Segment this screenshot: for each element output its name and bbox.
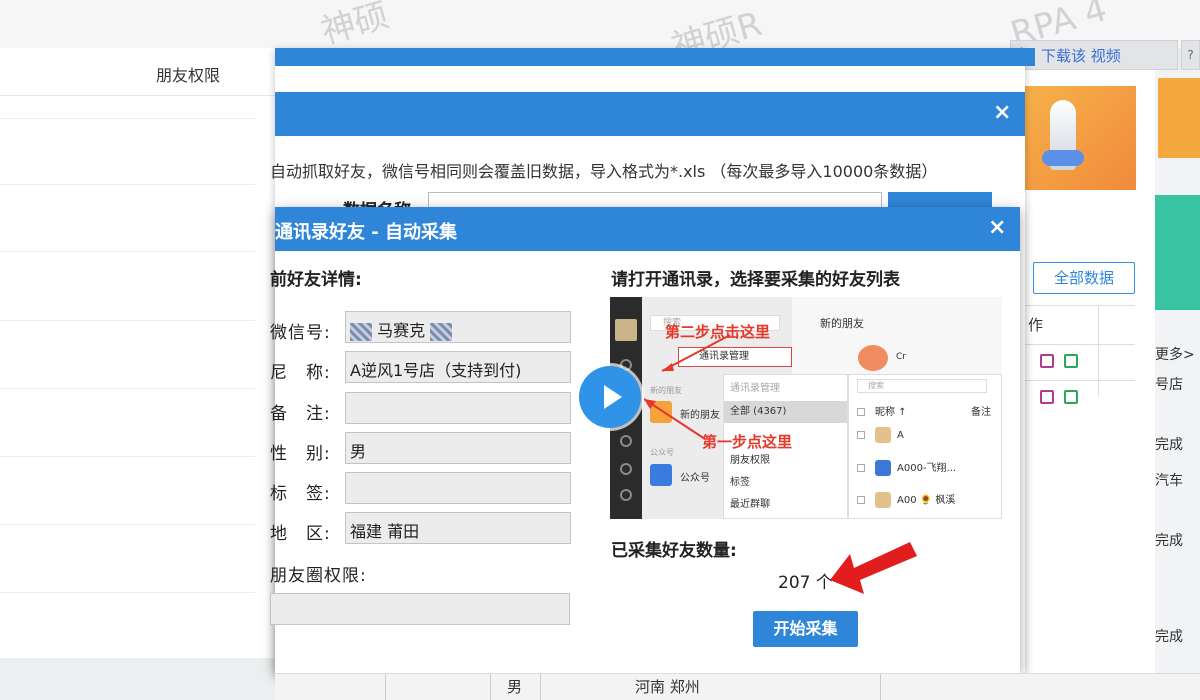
table-row <box>0 456 255 457</box>
instruction-title: 请打开通讯录，选择要采集的好友列表 <box>611 270 900 290</box>
region-label: 地 区: <box>270 524 331 544</box>
start-collect-button[interactable]: 开始采集 <box>753 611 858 647</box>
side-text: 完成 <box>1155 533 1183 549</box>
close-icon[interactable]: × <box>993 100 1011 125</box>
table-row <box>0 388 255 389</box>
more-link[interactable]: 更多> <box>1155 344 1195 364</box>
dialog-title: 通讯录好友 - 自动采集 <box>275 222 458 243</box>
side-text: 汽车 <box>1155 473 1183 489</box>
download-video-button[interactable]: 下载该 视频 <box>1010 40 1178 70</box>
moments-permission-label: 朋友圈权限: <box>270 566 367 586</box>
play-video-button[interactable] <box>579 366 641 428</box>
wechat-id-field[interactable]: 马赛克 <box>345 311 571 343</box>
wechat-id-value: 马赛克 <box>377 321 426 340</box>
arrow-icon <box>830 542 917 594</box>
friend-details-title: 前好友详情: <box>270 270 362 290</box>
table-cell: 河南 郑州 <box>635 678 700 696</box>
remark-field[interactable] <box>345 392 571 424</box>
table-row <box>0 320 255 321</box>
auto-collect-titlebar: 通讯录好友 - 自动采集 × <box>275 207 1020 251</box>
side-text: 完成 <box>1155 629 1183 645</box>
left-panel-header: 朋友权限 <box>0 48 275 96</box>
background-banner-right <box>1158 78 1200 158</box>
upload-icon[interactable] <box>1064 354 1078 368</box>
tutorial-preview: 搜索 通讯录管理 新的朋友 新的朋友 公众号 公众号 新的朋友 Cr 通讯录管理… <box>610 297 1002 519</box>
left-footer <box>0 658 275 700</box>
grid-divider <box>1020 380 1135 381</box>
grid-header: 作 <box>1028 316 1044 334</box>
mosaic-icon <box>350 322 372 341</box>
tag-label: 标 签: <box>270 484 331 504</box>
side-text: 号店 <box>1155 377 1183 393</box>
nickname-label: 尼 称: <box>270 363 331 383</box>
grid-divider <box>490 674 491 700</box>
wechat-id-label: 微信号: <box>270 323 331 343</box>
close-icon[interactable]: × <box>988 215 1006 240</box>
download-label: 下载该 视频 <box>1041 46 1121 65</box>
rocket-fin-icon <box>1042 150 1084 166</box>
background-table-row: 男 河南 郑州 <box>275 673 1200 700</box>
left-background-panel: 朋友权限 <box>0 48 275 658</box>
remark-label: 备 注: <box>270 404 331 424</box>
background-grid: 作 <box>1020 305 1135 404</box>
background-window-titlebar <box>275 48 1035 66</box>
promo-banner <box>1020 86 1136 190</box>
moments-permission-field[interactable] <box>270 593 570 625</box>
export-icon[interactable] <box>1040 390 1054 404</box>
export-icon[interactable] <box>1040 354 1054 368</box>
import-dialog-titlebar: × <box>275 92 1025 136</box>
side-text: 完成 <box>1155 437 1183 453</box>
upload-icon[interactable] <box>1064 390 1078 404</box>
table-cell: 男 <box>507 678 523 696</box>
grid-divider <box>880 674 881 700</box>
nickname-field[interactable]: A逆风1号店（支持到付) <box>345 351 571 383</box>
friend-permission-label: 朋友权限 <box>156 66 221 85</box>
import-description: 自动抓取好友，微信号相同则会覆盖旧数据，导入格式为*.xls （每次最多导入10… <box>270 162 938 181</box>
step-2-annotation: 第二步点击这里 <box>665 323 771 341</box>
grid-divider <box>1020 344 1135 345</box>
grid-divider <box>540 674 541 700</box>
grid-divider <box>1098 306 1099 396</box>
table-row <box>0 251 255 252</box>
gender-field[interactable]: 男 <box>345 432 571 464</box>
region-field[interactable]: 福建 莆田 <box>345 512 571 544</box>
table-row <box>0 524 255 525</box>
tag-field[interactable] <box>345 472 571 504</box>
mosaic-icon <box>430 322 453 341</box>
background-teal-panel <box>1155 195 1200 310</box>
table-row <box>0 118 255 119</box>
collected-count-label: 已采集好友数量: <box>611 541 737 561</box>
step-1-annotation: 第一步点这里 <box>702 433 793 451</box>
help-button[interactable]: ? <box>1181 40 1200 70</box>
grid-divider <box>385 674 386 700</box>
gender-label: 性 别: <box>270 444 331 464</box>
table-row <box>0 184 255 185</box>
table-row <box>0 592 255 593</box>
all-data-button[interactable]: 全部数据 <box>1033 262 1135 294</box>
